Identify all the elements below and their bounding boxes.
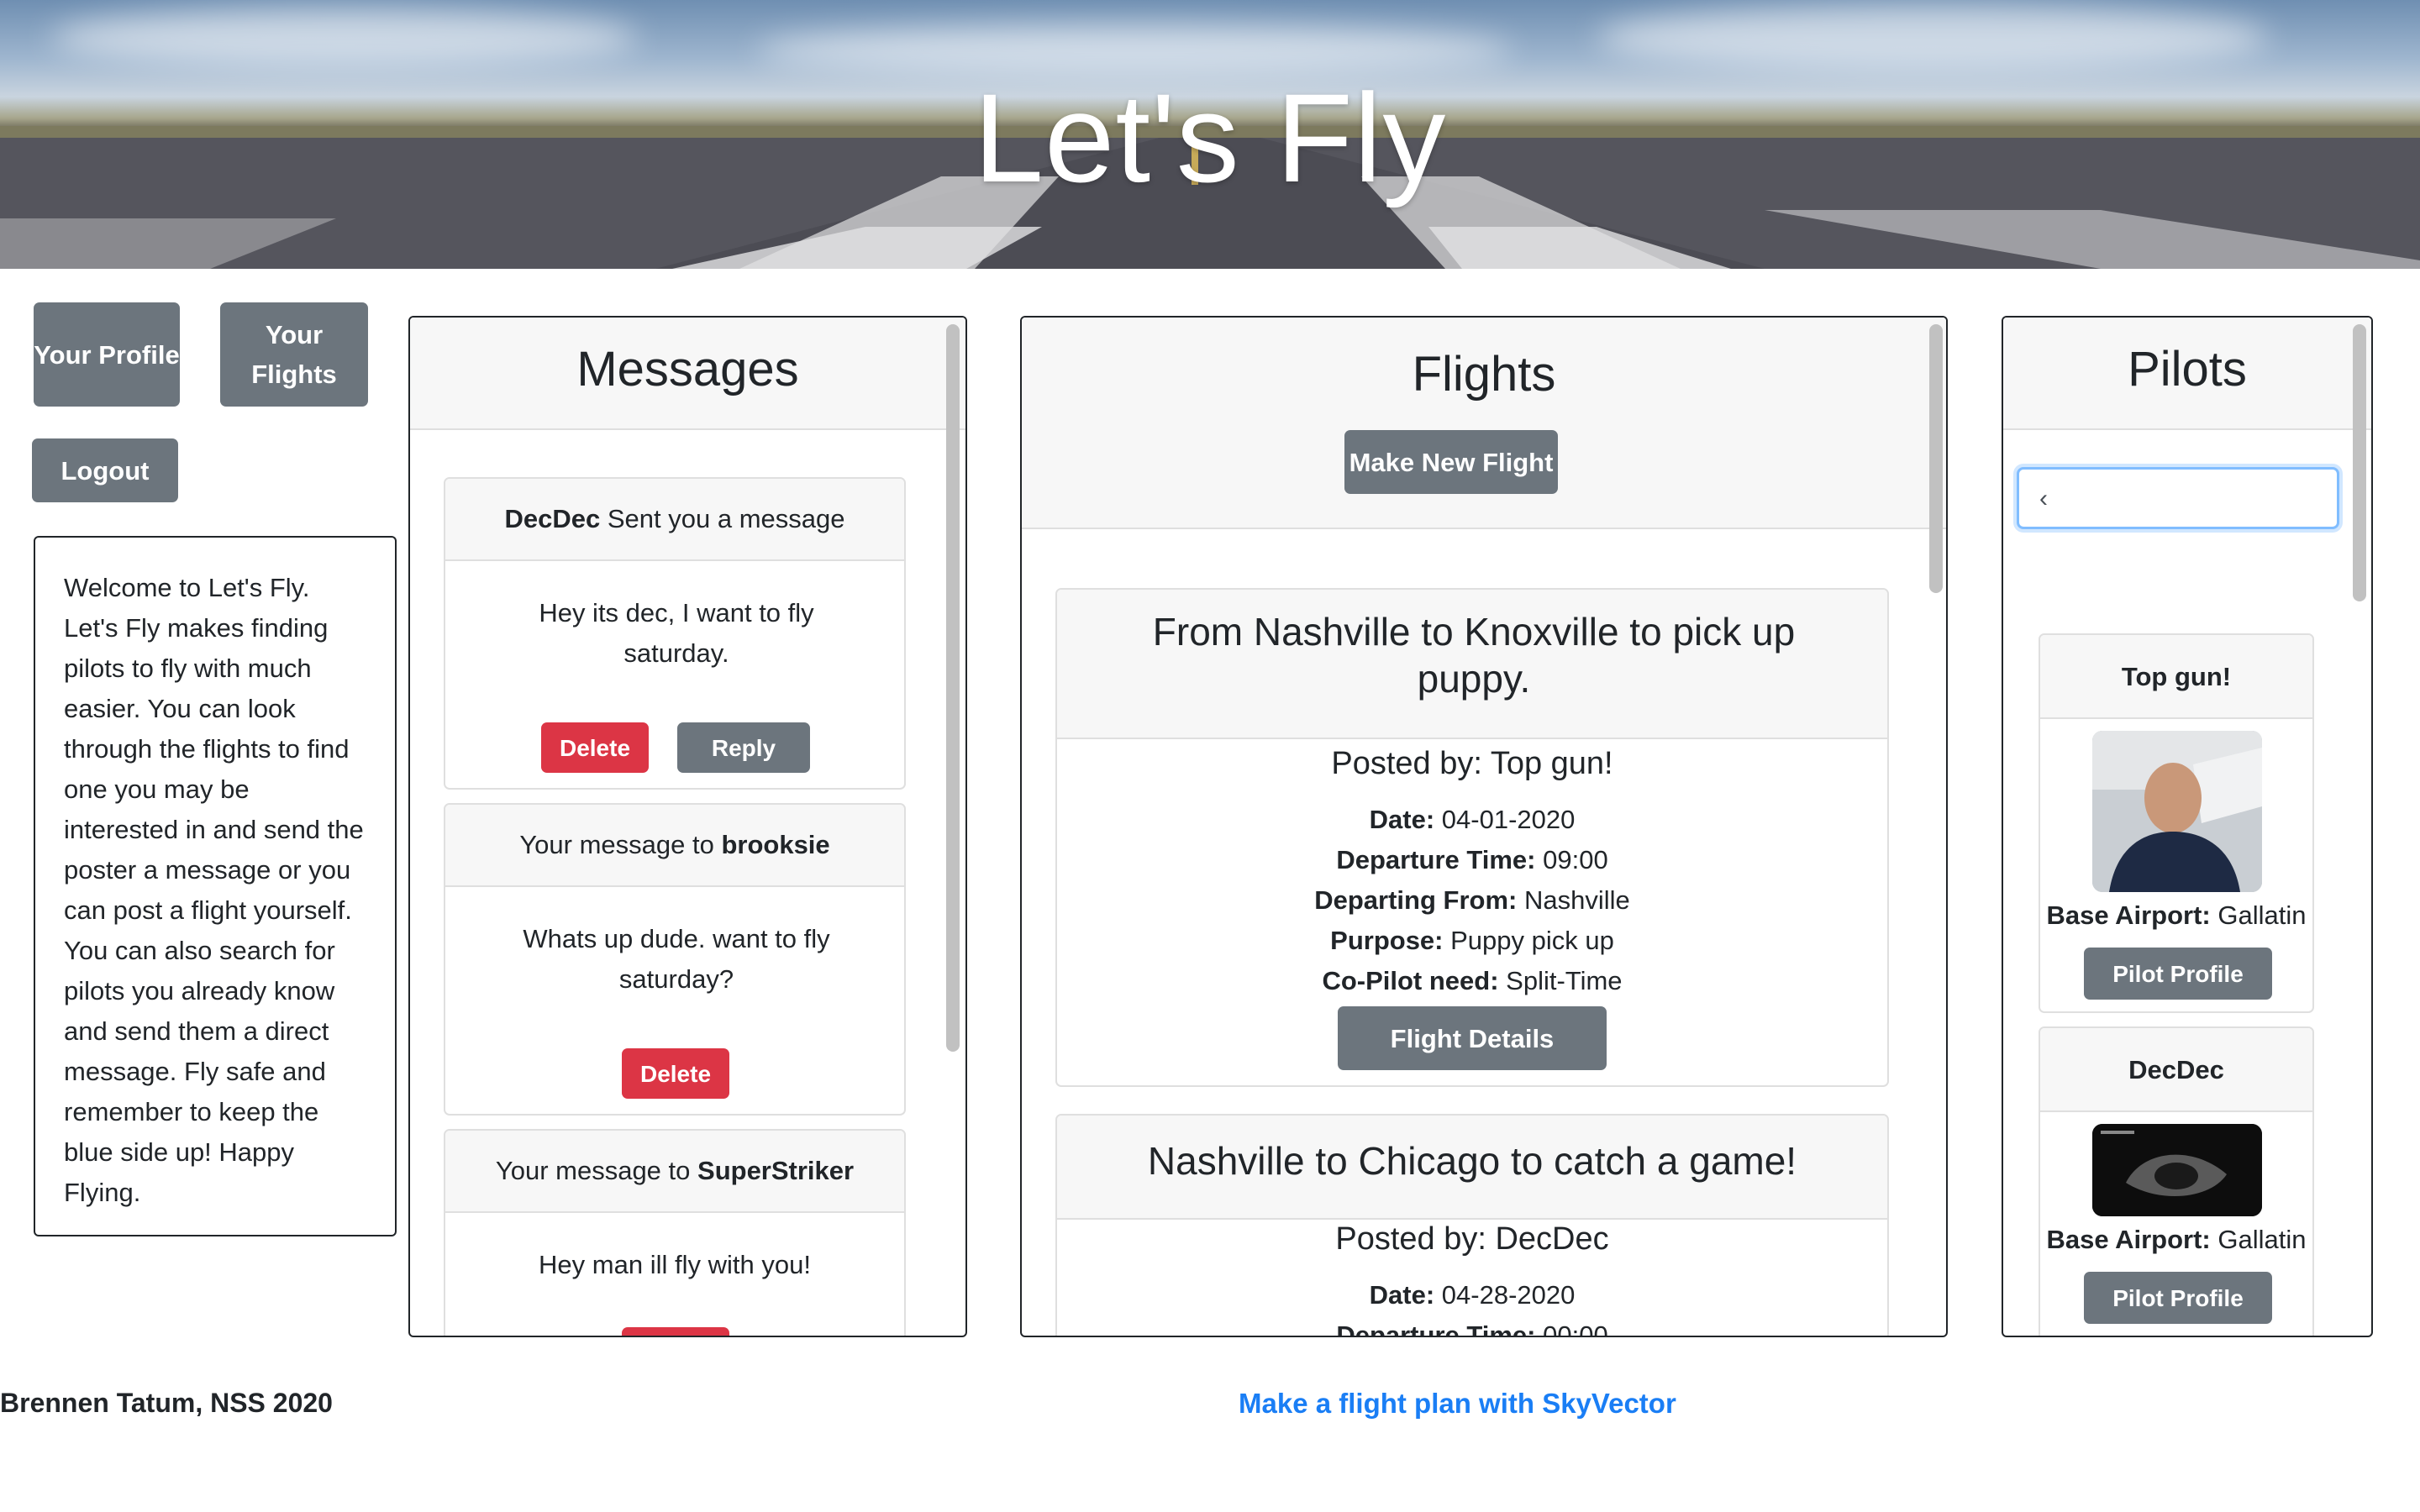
message-prefix: Your message to <box>519 830 722 859</box>
footer-credit: Brennen Tatum, NSS 2020 <box>0 1388 333 1418</box>
flight-departure-time: Departure Time: 00:00 <box>1336 1320 1608 1337</box>
flight-card: From Nashville to Knoxville to pick up p… <box>1055 588 1889 1087</box>
pilot-profile-button[interactable]: Pilot Profile <box>2084 948 2272 1000</box>
flights-title: Flights <box>1412 347 1556 402</box>
flight-card-header: Nashville to Chicago to catch a game! <box>1057 1116 1887 1220</box>
message-prefix: Your message to <box>495 1156 698 1185</box>
message-body: Hey its dec, I want to fly saturday. <box>539 598 814 668</box>
message-sender: DecDec <box>504 504 601 533</box>
message-recipient: brooksie <box>721 830 830 859</box>
your-flights-button[interactable]: Your Flights <box>220 302 368 407</box>
flight-purpose: Purpose: Puppy pick up <box>1330 926 1614 955</box>
message-body: Hey man ill fly with you! <box>539 1250 811 1279</box>
message-card-header: DecDec Sent you a message <box>445 479 904 561</box>
message-card-header: Your message to brooksie <box>445 805 904 887</box>
hero-banner: Let's Fly <box>0 0 2420 269</box>
flights-scrollbar[interactable] <box>1929 324 1943 593</box>
your-profile-button[interactable]: Your Profile <box>34 302 180 407</box>
message-card: Your message to brooksie Whats up dude. … <box>444 803 906 1116</box>
pilot-card-header: Top gun! <box>2040 635 2312 719</box>
welcome-text: Welcome to Let's Fly. Let's Fly makes fi… <box>64 573 364 1207</box>
pilots-scrollbar[interactable] <box>2353 324 2366 601</box>
message-card: DecDec Sent you a message Hey its dec, I… <box>444 477 906 790</box>
flight-copilot-need: Co-Pilot need: Split-Time <box>1322 966 1623 995</box>
delete-message-button[interactable]: Delete <box>541 722 649 773</box>
make-new-flight-button[interactable]: Make New Flight <box>1344 430 1558 494</box>
flight-date: Date: 04-28-2020 <box>1369 1280 1576 1310</box>
reply-message-button[interactable]: Reply <box>677 722 810 773</box>
message-card: Your message to SuperStriker Hey man ill… <box>444 1129 906 1336</box>
pilot-card: DecDec Base Airport: Gallatin Pilot Prof… <box>2039 1026 2314 1336</box>
pilot-base-airport: Base Airport: Gallatin <box>2046 1225 2307 1254</box>
pilot-avatar <box>2092 731 2262 892</box>
messages-header: Messages <box>410 318 965 430</box>
pilot-card-header: DecDec <box>2040 1028 2312 1112</box>
flight-details-list: Date: 04-01-2020 Departure Time: 09:00 D… <box>1057 800 1887 1001</box>
pilot-card: Top gun! Base Airport: Gallatin Pilot Pr… <box>2039 633 2314 1013</box>
logout-button[interactable]: Logout <box>32 438 178 502</box>
flight-posted-by: Posted by: DecDec <box>1335 1221 1609 1257</box>
skyvector-link[interactable]: Make a flight plan with SkyVector <box>1239 1388 1676 1420</box>
pilots-title: Pilots <box>2128 342 2247 396</box>
flights-header: Flights Make New Flight <box>1022 318 1946 529</box>
messages-scrollbar[interactable] <box>946 324 960 1052</box>
search-input-value: ‹ <box>2039 485 2048 512</box>
flight-details-list: Date: 04-28-2020 Departure Time: 00:00 <box>1057 1275 1887 1337</box>
message-body: Whats up dude. want to fly saturday? <box>523 924 830 994</box>
pilots-header: Pilots <box>2003 318 2371 430</box>
flights-panel: Flights Make New Flight From Nashville t… <box>1020 316 1948 1337</box>
pilot-name: Top gun! <box>2121 662 2232 691</box>
flight-title: Nashville to Chicago to catch a game! <box>1147 1139 1797 1183</box>
pilot-base-airport: Base Airport: Gallatin <box>2046 900 2307 930</box>
app-title: Let's Fly <box>973 67 1447 208</box>
flight-card: Nashville to Chicago to catch a game! Po… <box>1055 1114 1889 1337</box>
pilots-panel: Pilots ‹ Top gun! Base Airport: Gallatin… <box>2002 316 2373 1337</box>
message-suffix: Sent you a message <box>600 504 845 533</box>
delete-message-button[interactable]: Delete <box>622 1048 729 1099</box>
messages-panel: Messages DecDec Sent you a message Hey i… <box>408 316 967 1337</box>
flight-posted-by: Posted by: Top gun! <box>1331 746 1613 781</box>
welcome-box: Welcome to Let's Fly. Let's Fly makes fi… <box>34 536 397 1236</box>
pilot-search-input[interactable]: ‹ <box>2017 467 2339 529</box>
flight-title: From Nashville to Knoxville to pick up p… <box>1152 610 1796 701</box>
pilot-avatar <box>2092 1124 2262 1216</box>
flight-details-button[interactable]: Flight Details <box>1338 1006 1607 1070</box>
message-card-header: Your message to SuperStriker <box>445 1131 904 1213</box>
delete-message-button[interactable] <box>622 1327 729 1336</box>
flight-card-header: From Nashville to Knoxville to pick up p… <box>1057 590 1887 739</box>
flight-departure-time: Departure Time: 09:00 <box>1336 845 1608 874</box>
flight-departing-from: Departing From: Nashville <box>1314 885 1630 915</box>
message-recipient: SuperStriker <box>697 1156 855 1185</box>
pilot-name: DecDec <box>2128 1055 2224 1084</box>
pilot-profile-button[interactable]: Pilot Profile <box>2084 1272 2272 1324</box>
messages-title: Messages <box>576 342 799 396</box>
flight-date: Date: 04-01-2020 <box>1369 805 1576 834</box>
